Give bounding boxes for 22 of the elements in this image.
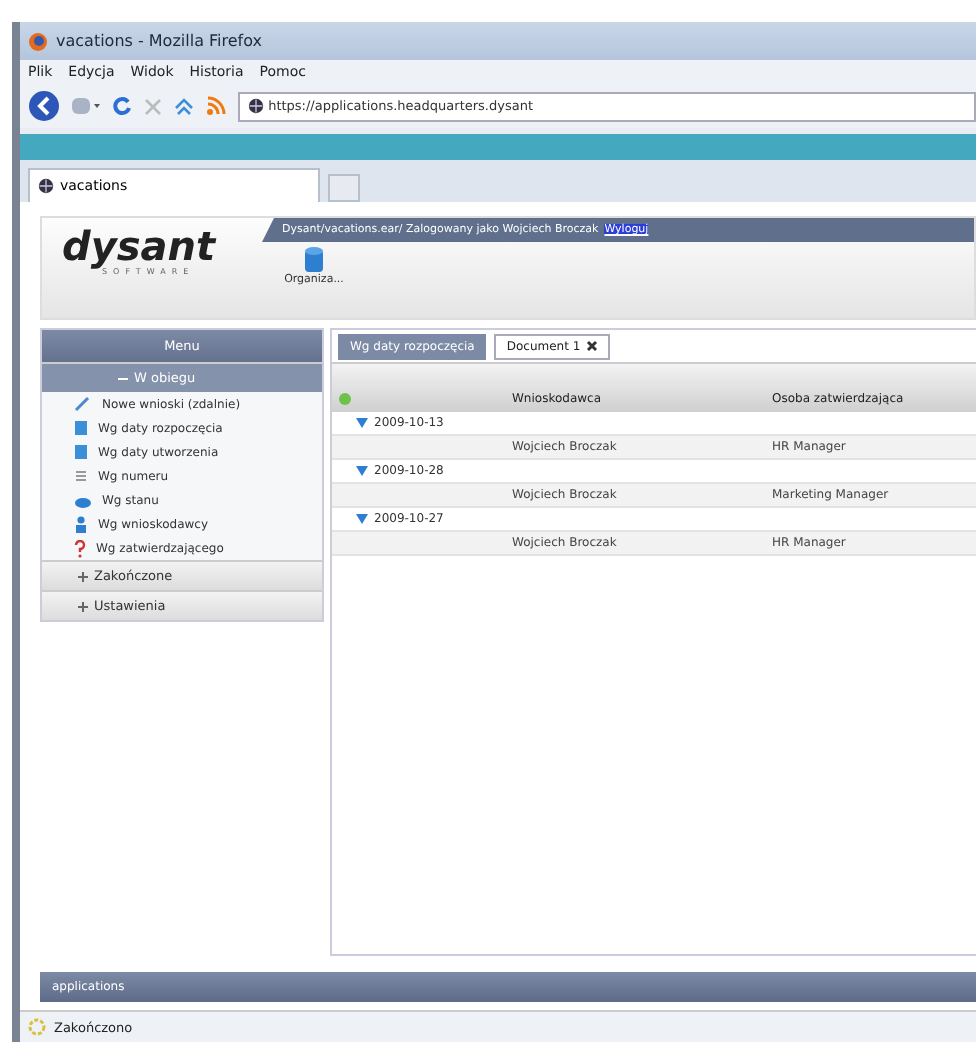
rss-icon[interactable] [206,96,226,116]
stop-icon[interactable] [144,97,162,115]
new-tab-button[interactable] [328,174,360,202]
logo: dysant [62,226,219,266]
plus-icon [78,601,88,611]
database-icon [304,246,324,274]
person-icon [74,515,88,533]
browser-icon [28,31,48,51]
list-icon [74,468,88,484]
globe-icon [38,178,54,194]
reload-icon[interactable] [112,96,132,116]
forward-icon[interactable] [72,96,100,116]
back-icon[interactable] [28,90,60,122]
loading-icon [28,1018,46,1036]
window-title: vacations - Mozilla Firefox [56,32,262,50]
question-icon [74,539,86,557]
globe-icon [248,98,264,114]
plus-icon [78,571,88,581]
home-icon[interactable] [174,97,194,115]
status-icon [338,391,352,405]
close-icon[interactable] [586,340,599,352]
minus-icon [118,373,128,383]
